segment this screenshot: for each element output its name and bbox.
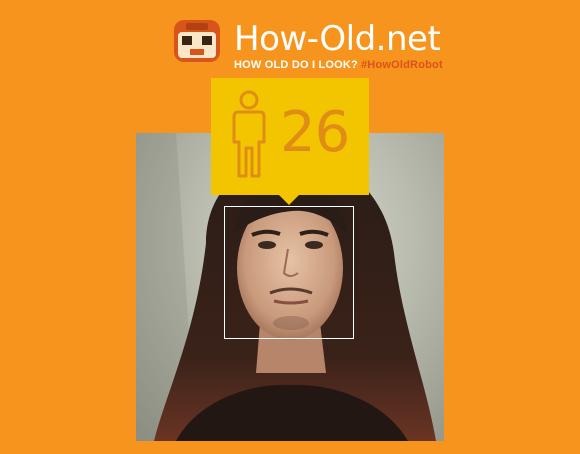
age-value: 26 [280, 100, 350, 165]
face-detection-box [224, 206, 354, 339]
site-header: How-Old.net HOW OLD DO I LOOK? #HowOldRob… [0, 0, 580, 78]
male-person-icon [232, 90, 266, 178]
tagline-question: HOW OLD DO I LOOK? [234, 59, 358, 71]
tagline-hashtag[interactable]: #HowOldRobot [361, 59, 443, 71]
site-title[interactable]: How-Old.net [234, 20, 441, 58]
robot-face-icon[interactable] [172, 16, 222, 64]
age-badge-pointer [278, 194, 300, 205]
tagline: HOW OLD DO I LOOK? #HowOldRobot [234, 59, 443, 71]
